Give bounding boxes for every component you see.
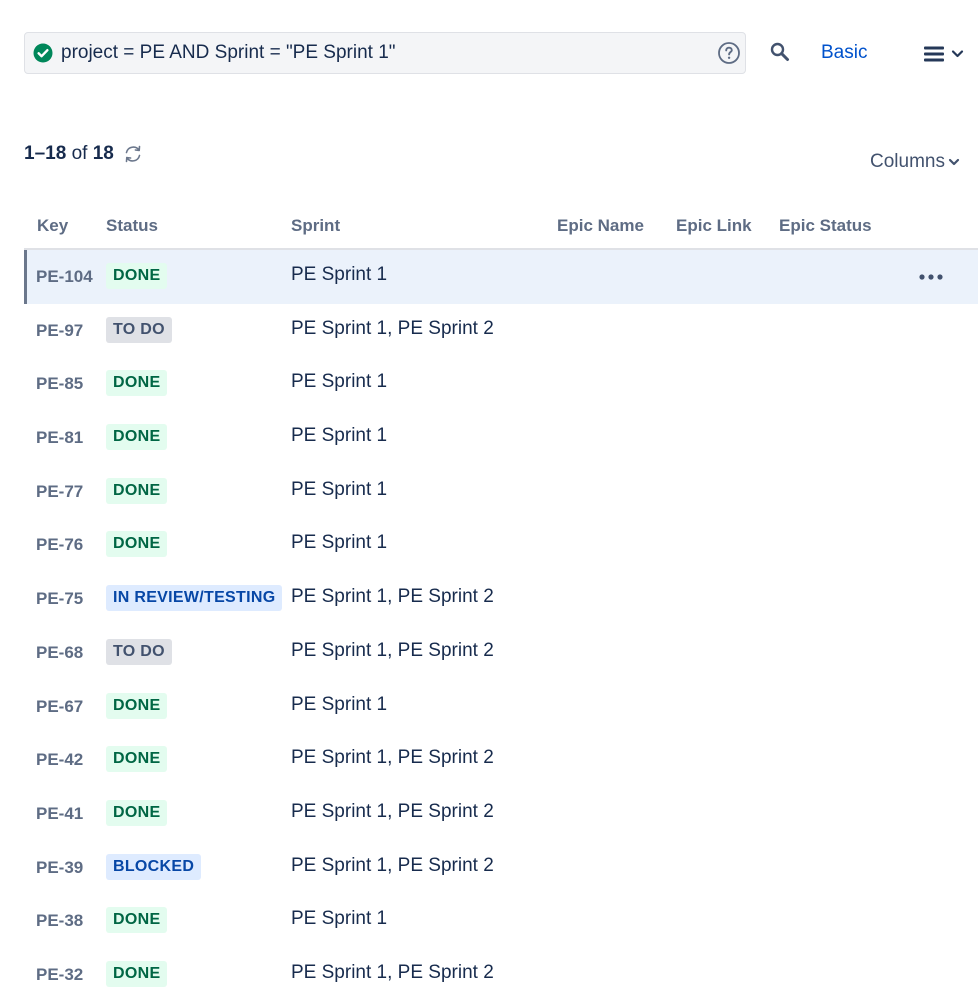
results-of-label: of: [71, 143, 88, 164]
issue-key-link[interactable]: PE-42: [36, 750, 83, 770]
issue-key-link[interactable]: PE-97: [36, 321, 83, 341]
status-badge: DONE: [106, 531, 168, 558]
sprint-cell: PE Sprint 1: [291, 532, 388, 554]
table-row[interactable]: PE-76 DONE PE Sprint 1: [24, 518, 978, 572]
refresh-icon[interactable]: [122, 143, 144, 165]
table-row[interactable]: PE-68 TO DO PE Sprint 1, PE Sprint 2: [24, 626, 978, 680]
question-circle-icon[interactable]: [717, 41, 741, 65]
table-row[interactable]: PE-104 DONE PE Sprint 1: [24, 250, 978, 304]
sprint-cell: PE Sprint 1: [291, 264, 388, 285]
status-badge: DONE: [106, 692, 168, 719]
sprint-cell: PE Sprint 1: [291, 425, 388, 447]
sprint-cell: PE Sprint 1, PE Sprint 2: [291, 961, 494, 983]
table-row[interactable]: PE-67 DONE PE Sprint 1: [24, 680, 978, 734]
column-header-key[interactable]: Key: [37, 216, 68, 236]
status-badge: TO DO: [106, 316, 172, 343]
status-badge: DONE: [106, 263, 168, 289]
issue-key-link[interactable]: PE-41: [36, 804, 83, 824]
table-row[interactable]: PE-97 TO DO PE Sprint 1, PE Sprint 2: [24, 304, 978, 358]
table-row[interactable]: PE-42 DONE PE Sprint 1, PE Sprint 2: [24, 733, 978, 787]
issue-key-link[interactable]: PE-76: [36, 535, 83, 555]
issue-key-link[interactable]: PE-77: [36, 482, 83, 502]
column-header-epic-name[interactable]: Epic Name: [557, 216, 644, 236]
table-row[interactable]: PE-41 DONE PE Sprint 1, PE Sprint 2: [24, 787, 978, 841]
sprint-cell: PE Sprint 1, PE Sprint 2: [291, 747, 494, 769]
sprint-cell: PE Sprint 1, PE Sprint 2: [291, 586, 494, 608]
status-badge: DONE: [106, 477, 168, 504]
table-row[interactable]: PE-39 BLOCKED PE Sprint 1, PE Sprint 2: [24, 841, 978, 895]
column-header-epic-link[interactable]: Epic Link: [676, 216, 752, 236]
sprint-cell: PE Sprint 1: [291, 478, 388, 500]
table-header: Key Status Sprint Epic Name Epic Link Ep…: [24, 204, 978, 250]
sprint-cell: PE Sprint 1: [291, 693, 388, 715]
sprint-cell: PE Sprint 1, PE Sprint 2: [291, 639, 494, 661]
jql-query-text[interactable]: project = PE AND Sprint = "PE Sprint 1": [61, 42, 396, 64]
issue-key-link[interactable]: PE-68: [36, 643, 83, 663]
jql-query-input[interactable]: project = PE AND Sprint = "PE Sprint 1": [24, 32, 746, 74]
issue-key-link[interactable]: PE-39: [36, 858, 83, 878]
table-row[interactable]: PE-38 DONE PE Sprint 1: [24, 894, 978, 948]
issue-key-link[interactable]: PE-81: [36, 428, 83, 448]
table-row[interactable]: PE-75 IN REVIEW/TESTING PE Sprint 1, PE Sp…: [24, 572, 978, 626]
status-badge: DONE: [106, 907, 168, 934]
results-total: 18: [92, 143, 114, 164]
issue-key-link[interactable]: PE-85: [36, 374, 83, 394]
issue-key-link[interactable]: PE-67: [36, 697, 83, 717]
table-row[interactable]: PE-81 DONE PE Sprint 1: [24, 411, 978, 465]
status-badge: DONE: [106, 370, 168, 397]
status-badge: IN REVIEW/TESTING: [106, 585, 283, 612]
status-badge: TO DO: [106, 638, 172, 665]
chevron-down-icon: [948, 158, 960, 166]
issue-key-link[interactable]: PE-38: [36, 911, 83, 931]
sprint-cell: PE Sprint 1: [291, 908, 388, 930]
results-count: 1–18 of 18: [24, 143, 114, 165]
search-icon[interactable]: [768, 40, 792, 64]
sprint-cell: PE Sprint 1, PE Sprint 2: [291, 800, 494, 822]
column-header-sprint[interactable]: Sprint: [291, 216, 340, 236]
more-horizontal-icon[interactable]: [916, 266, 946, 288]
results-range: 1–18: [24, 143, 67, 164]
status-badge: DONE: [106, 799, 168, 826]
column-header-status[interactable]: Status: [106, 216, 158, 236]
hamburger-menu-icon[interactable]: [922, 42, 966, 66]
basic-search-toggle[interactable]: Basic: [821, 42, 867, 64]
sprint-cell: PE Sprint 1: [291, 371, 388, 393]
table-row[interactable]: PE-32 DONE PE Sprint 1, PE Sprint 2: [24, 948, 978, 1002]
columns-button[interactable]: Columns: [870, 151, 961, 173]
status-badge: DONE: [106, 960, 168, 987]
issue-key-link[interactable]: PE-32: [36, 965, 83, 985]
columns-button-label: Columns: [870, 151, 945, 172]
sprint-cell: PE Sprint 1, PE Sprint 2: [291, 317, 494, 339]
table-row[interactable]: PE-85 DONE PE Sprint 1: [24, 357, 978, 411]
status-badge: BLOCKED: [106, 853, 202, 880]
table-row[interactable]: PE-77 DONE PE Sprint 1: [24, 465, 978, 519]
issue-key-link[interactable]: PE-75: [36, 589, 83, 609]
issue-key-link[interactable]: PE-104: [36, 267, 93, 287]
issue-table-body: PE-104 DONE PE Sprint 1 PE-97 TO DO PE Sprint…: [24, 250, 978, 1002]
column-header-epic-status[interactable]: Epic Status: [779, 216, 872, 236]
sprint-cell: PE Sprint 1, PE Sprint 2: [291, 854, 494, 876]
status-badge: DONE: [106, 746, 168, 773]
check-circle-icon: [33, 43, 53, 63]
status-badge: DONE: [106, 424, 168, 451]
